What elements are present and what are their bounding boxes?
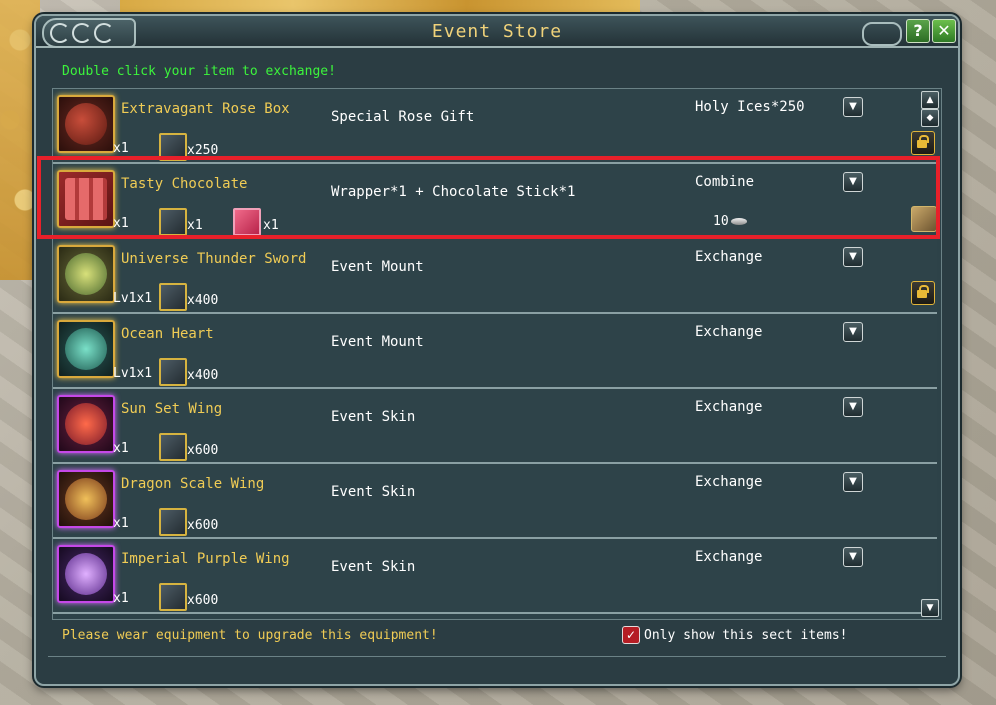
- background-foliage: [120, 0, 640, 12]
- chevron-down-icon[interactable]: ▼: [843, 172, 863, 192]
- item-action: Exchange: [695, 399, 763, 415]
- sect-filter-label[interactable]: Only show this sect items!: [644, 628, 848, 643]
- wing-icon[interactable]: [57, 545, 115, 603]
- scroll-thumb[interactable]: ◆: [921, 109, 939, 127]
- item-name: Imperial Purple Wing: [121, 551, 290, 567]
- silver-amount: 10: [713, 214, 729, 229]
- item-name: Universe Thunder Sword: [121, 251, 307, 267]
- item-action: Exchange: [695, 474, 763, 490]
- item-action: Exchange: [695, 549, 763, 565]
- event-store-window: Event Store ? ✕ Double click your item t…: [34, 14, 960, 686]
- ocean-heart-icon[interactable]: [57, 320, 115, 378]
- material-count: x400: [187, 293, 219, 308]
- chocolate-stick-icon[interactable]: [159, 208, 187, 236]
- item-quantity: x1: [113, 216, 129, 231]
- item-quantity: x1: [113, 516, 129, 531]
- item-name: Extravagant Rose Box: [121, 101, 290, 117]
- item-description: Event Skin: [331, 484, 416, 500]
- chevron-down-icon[interactable]: ▼: [843, 97, 863, 117]
- item-name: Ocean Heart: [121, 326, 214, 342]
- item-action: Holy Ices*250: [695, 99, 805, 115]
- material-count: x600: [187, 443, 219, 458]
- silver-cost: 10: [713, 214, 747, 229]
- sect-filter-checkbox[interactable]: ✓: [622, 626, 640, 644]
- holy-ice-icon[interactable]: [159, 133, 187, 161]
- material-count: x1: [187, 218, 203, 233]
- item-description: Event Skin: [331, 559, 416, 575]
- chevron-down-icon[interactable]: ▼: [843, 247, 863, 267]
- footer-note: Please wear equipment to upgrade this eq…: [62, 628, 438, 643]
- item-quantity: Lv1x1: [113, 366, 153, 381]
- rose-box-icon[interactable]: [57, 95, 115, 153]
- item-description: Event Skin: [331, 409, 416, 425]
- list-item[interactable]: Imperial Purple Wing x1 x600 Event Skin …: [53, 539, 937, 614]
- item-action: Combine: [695, 174, 755, 190]
- help-button[interactable]: ?: [906, 19, 930, 43]
- wing-icon[interactable]: [57, 470, 115, 528]
- chevron-down-icon[interactable]: ▼: [843, 547, 863, 567]
- chevron-down-icon[interactable]: ▼: [843, 397, 863, 417]
- title-bar[interactable]: Event Store ? ✕: [36, 16, 958, 48]
- material-count: x1: [263, 218, 279, 233]
- scroll-up-icon[interactable]: ▲: [921, 91, 939, 109]
- list-item[interactable]: Ocean Heart Lv1x1 x400 Event Mount Excha…: [53, 314, 937, 389]
- item-quantity: x1: [113, 591, 129, 606]
- material-count: x600: [187, 593, 219, 608]
- instruction-text: Double click your item to exchange!: [62, 64, 336, 79]
- scrollbar[interactable]: ▲ ◆ ▼: [921, 89, 939, 619]
- material-icon[interactable]: [159, 433, 187, 461]
- material-icon[interactable]: [159, 358, 187, 386]
- wrapper-icon[interactable]: [233, 208, 261, 236]
- close-button[interactable]: ✕: [932, 19, 956, 43]
- item-description: Wrapper*1 + Chocolate Stick*1: [331, 184, 576, 200]
- item-description: Event Mount: [331, 334, 424, 350]
- material-count: x600: [187, 518, 219, 533]
- material-icon[interactable]: [159, 583, 187, 611]
- item-name: Tasty Chocolate: [121, 176, 248, 192]
- wing-icon[interactable]: [57, 395, 115, 453]
- window-title: Event Store: [431, 21, 563, 42]
- list-item[interactable]: Tasty Chocolate x1 x1 x1 Wrapper*1 + Cho…: [53, 164, 937, 239]
- silver-coin-icon: [730, 218, 747, 225]
- item-quantity: x1: [113, 141, 129, 156]
- thunder-sword-icon[interactable]: [57, 245, 115, 303]
- item-description: Event Mount: [331, 259, 424, 275]
- material-icon[interactable]: [159, 283, 187, 311]
- list-item[interactable]: Sun Set Wing x1 x600 Event Skin Exchange…: [53, 389, 937, 464]
- item-name: Sun Set Wing: [121, 401, 223, 417]
- item-name: Dragon Scale Wing: [121, 476, 265, 492]
- list-item[interactable]: Dragon Scale Wing x1 x600 Event Skin Exc…: [53, 464, 937, 539]
- item-description: Special Rose Gift: [331, 109, 475, 125]
- item-quantity: x1: [113, 441, 129, 456]
- item-action: Exchange: [695, 249, 763, 265]
- chocolate-icon[interactable]: [57, 170, 115, 228]
- footer-divider: [48, 656, 946, 673]
- material-count: x250: [187, 143, 219, 158]
- chevron-down-icon[interactable]: ▼: [843, 472, 863, 492]
- list-item[interactable]: Extravagant Rose Box x1 x250 Special Ros…: [53, 89, 937, 164]
- material-icon[interactable]: [159, 508, 187, 536]
- scroll-down-icon[interactable]: ▼: [921, 599, 939, 617]
- item-quantity: Lv1x1: [113, 291, 153, 306]
- material-count: x400: [187, 368, 219, 383]
- item-action: Exchange: [695, 324, 763, 340]
- chevron-down-icon[interactable]: ▼: [843, 322, 863, 342]
- list-item[interactable]: Universe Thunder Sword Lv1x1 x400 Event …: [53, 239, 937, 314]
- item-list: Extravagant Rose Box x1 x250 Special Ros…: [52, 88, 942, 620]
